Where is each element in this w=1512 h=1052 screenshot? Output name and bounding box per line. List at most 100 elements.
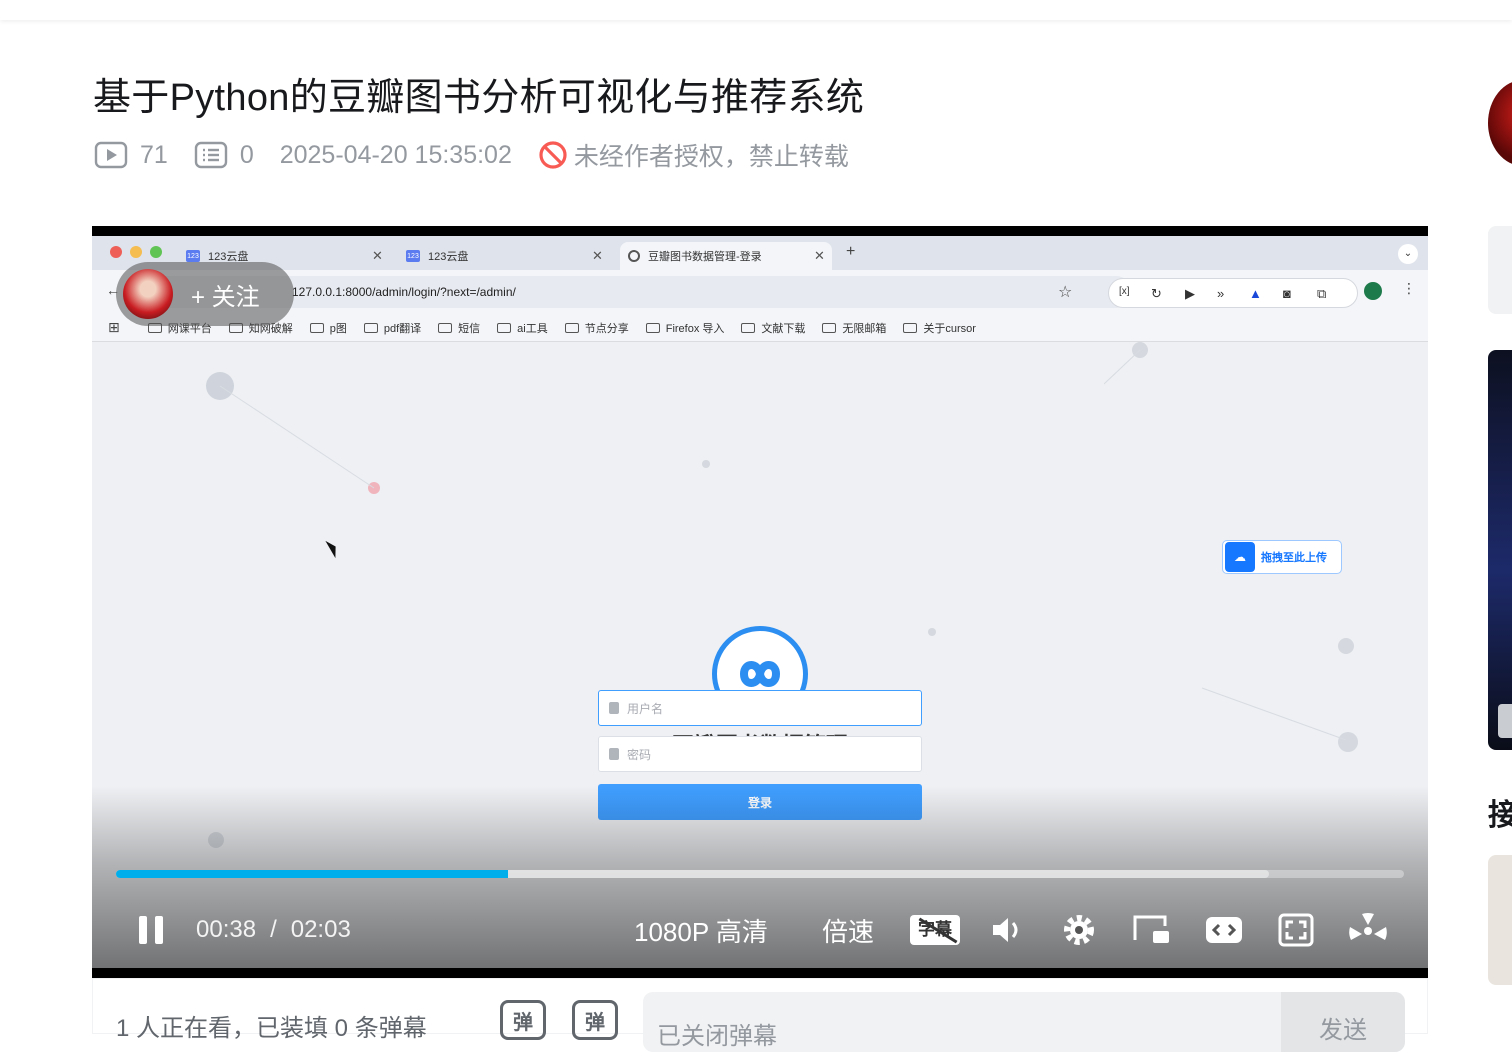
settings-button[interactable]: [1060, 906, 1098, 954]
subtitle-button[interactable]: 字幕: [910, 906, 960, 954]
side-video-card[interactable]: [1488, 855, 1512, 985]
site-header: [0, 0, 1512, 20]
username-placeholder: 用户名: [627, 701, 664, 716]
tab-label: 123云盘: [428, 251, 469, 263]
password-placeholder: 密码: [627, 747, 652, 762]
forbidden-icon: [539, 141, 567, 169]
comment-count: 0: [194, 140, 254, 170]
folder-icon: [741, 322, 756, 333]
bookmark-item: ai工具: [497, 320, 548, 336]
bookmark-label: p图: [329, 322, 347, 335]
volume-icon: [993, 918, 1018, 942]
folder-icon: [564, 322, 579, 333]
folder-icon: [497, 322, 512, 333]
forward-extension-icon: »: [1217, 286, 1225, 301]
quality-button[interactable]: 1080P 高清: [634, 906, 768, 954]
fullscreen-icon: [1278, 913, 1314, 947]
bookmark-item: pdf翻译: [363, 320, 421, 336]
bookmark-label: Firefox 导入: [665, 322, 725, 335]
gear-icon: [1064, 915, 1094, 945]
danmaku-icon-label: 弹: [513, 1011, 533, 1034]
bookmark-item: p图: [309, 320, 347, 336]
browser-tab: 123 123云盘 ✕: [406, 242, 606, 270]
uploader-avatar-small: [123, 269, 173, 319]
copyright-notice: 未经作者授权，禁止转载: [538, 137, 849, 173]
folder-icon: [438, 322, 453, 333]
bookmark-item: Firefox 导入: [645, 320, 725, 336]
duration: 02:03: [290, 916, 351, 943]
bookmark-item: 关于cursor: [903, 320, 976, 336]
drag-upload-widget: ☁ 拖拽至此上传: [1222, 540, 1342, 574]
fullscreen-button[interactable]: [1278, 906, 1314, 954]
side-ad-card[interactable]: [1488, 350, 1512, 750]
user-icon: [609, 702, 619, 714]
speed-button[interactable]: 倍速: [822, 906, 874, 954]
drag-upload-label: 拖拽至此上传: [1261, 552, 1327, 564]
bookmark-label: 短信: [458, 322, 481, 335]
copyright-text: 未经作者授权，禁止转载: [573, 143, 849, 171]
mini-player-button[interactable]: [1132, 906, 1172, 954]
bookmark-label: 关于cursor: [923, 322, 976, 335]
send-button[interactable]: 发送: [1281, 992, 1405, 1052]
danmaku-toggle-icon[interactable]: 弹: [500, 1000, 546, 1040]
folder-icon: [309, 322, 324, 333]
extension-icon: [x]: [1119, 286, 1130, 297]
follow-overlay[interactable]: + 关注: [116, 262, 294, 326]
folder-icon: [822, 322, 837, 333]
bookmark-label: 节点分享: [584, 322, 629, 335]
extra-button[interactable]: [1348, 906, 1388, 954]
play-count-icon: [94, 141, 128, 169]
bookmark-item: 无限邮箱: [822, 320, 886, 336]
extensions-bar: [x] ↻ ▶ » ▲ ◙ ⧉: [1108, 278, 1358, 308]
danmaku-bar: 1 人正在看，已装填 0 条弹幕 弹 弹 已关闭弹幕 发送: [92, 978, 1428, 1052]
video-player[interactable]: 123 123云盘 ✕ 123 123云盘 ✕ 豆瓣图书数据管理-登录 ✕ + …: [92, 226, 1428, 978]
window-minimize-icon: [130, 246, 142, 258]
profile-icon: [1364, 282, 1382, 300]
lock-icon: [609, 748, 619, 760]
cloud-drive-icon: 123: [186, 250, 200, 262]
danmaku-icon-label: 弹: [585, 1011, 605, 1034]
window-zoom-icon: [150, 246, 162, 258]
window-close-icon: [110, 246, 122, 258]
tab-search-icon: ⌄: [1398, 244, 1418, 264]
side-heading: 接: [1488, 799, 1512, 832]
globe-icon: [628, 250, 640, 262]
username-field: 用户名: [598, 690, 922, 726]
baidu-cloud-icon: ☁: [1225, 542, 1255, 572]
radiation-icon: [1349, 912, 1387, 940]
time-display: 00:38 / 02:03: [196, 906, 351, 954]
watching-count: 1 人正在看，已装填 0 条弹幕: [116, 1015, 427, 1042]
browser-tab-active: 豆瓣图书数据管理-登录 ✕: [620, 242, 832, 270]
folder-icon: [645, 322, 660, 333]
new-tab-icon: +: [846, 243, 856, 260]
password-field: 密码: [598, 736, 922, 772]
triangle-extension-icon: ▲: [1249, 286, 1262, 301]
uploader-avatar[interactable]: [1488, 80, 1512, 166]
refresh-extension-icon: ↻: [1151, 286, 1162, 301]
pause-icon: [139, 916, 163, 944]
play-count-value: 71: [140, 140, 168, 169]
folder-icon: [363, 322, 378, 333]
side-card[interactable]: [1488, 226, 1512, 314]
player-controls: 00:38 / 02:03 1080P 高清 倍速 字幕: [92, 906, 1428, 956]
folder-icon: [903, 322, 918, 333]
play-count: 71: [94, 140, 168, 170]
picture-in-picture-icon: [1133, 915, 1169, 943]
video-title: 基于Python的豆瓣图书分析可视化与推荐系统: [93, 77, 865, 119]
volume-button[interactable]: [990, 906, 1026, 954]
danmaku-settings-icon[interactable]: 弹: [572, 1000, 618, 1040]
apps-grid-icon: ⊞: [108, 319, 120, 335]
widescreen-button[interactable]: [1204, 906, 1244, 954]
time-separator: /: [270, 916, 277, 943]
danmaku-input[interactable]: 已关闭弹幕 发送: [643, 992, 1405, 1052]
side-ad-button[interactable]: [1498, 704, 1512, 738]
play-extension-icon: ▶: [1185, 286, 1195, 301]
progress-bar[interactable]: [116, 870, 1404, 878]
publish-time: 2025-04-20 15:35:02: [279, 140, 512, 169]
current-time: 00:38: [196, 916, 257, 943]
video-meta: 71 0 2025-04-20 15:35:02 未经作者授权，禁止转载: [94, 138, 849, 172]
comment-count-value: 0: [239, 140, 254, 169]
follow-button[interactable]: + 关注: [191, 277, 260, 312]
pause-button[interactable]: [136, 906, 166, 954]
puzzle-extension-icon: ⧉: [1317, 286, 1327, 301]
